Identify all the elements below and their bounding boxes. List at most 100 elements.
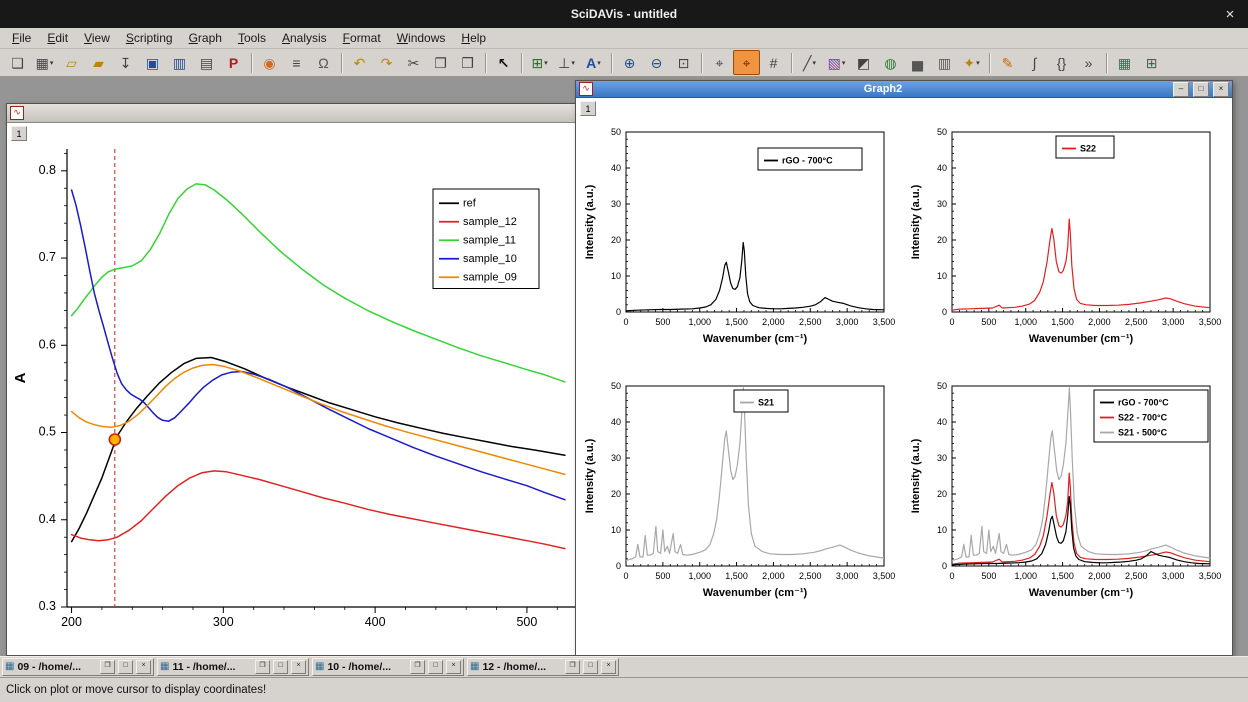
draw-pen-button[interactable]: ✎ (994, 50, 1021, 75)
new-project-button[interactable]: ❑ (4, 50, 31, 75)
graph1-layer-button[interactable]: 1 (11, 126, 27, 141)
tab-maximize-button[interactable]: □ (583, 660, 598, 674)
menu-analysis[interactable]: Analysis (274, 29, 335, 47)
graph2-subplot-4[interactable]: 05001,0001,5002,0002,5003,0003,500010203… (908, 376, 1228, 626)
add-text-button[interactable]: A▾ (580, 50, 607, 75)
tab-restore-button[interactable]: ❐ (410, 660, 425, 674)
select-data-range-button[interactable]: # (760, 50, 787, 75)
cut-icon: ✂ (408, 56, 420, 70)
tab-maximize-button[interactable]: □ (273, 660, 288, 674)
menu-view[interactable]: View (76, 29, 118, 47)
mdi-workspace: ∿ 1 2003004005000.30.40.50.60.70.8Arefsa… (0, 77, 1248, 656)
tab-close-button[interactable]: × (136, 660, 151, 674)
data-reader-button[interactable]: ⌖ (733, 50, 760, 75)
svg-text:300: 300 (213, 615, 234, 629)
svg-text:Intensity (a.u.): Intensity (a.u.) (910, 184, 922, 259)
svg-text:3,500: 3,500 (873, 317, 896, 327)
integrate-button[interactable]: ∫ (1021, 50, 1048, 75)
graph2-subplot-2[interactable]: 05001,0001,5002,0002,5003,0003,500010203… (908, 122, 1228, 372)
menu-tools[interactable]: Tools (230, 29, 274, 47)
toolbar-separator (611, 53, 612, 73)
tab-restore-button[interactable]: ❐ (100, 660, 115, 674)
integrate-icon: ∫ (1033, 56, 1037, 70)
histogram-plot-button[interactable]: ▅ (904, 50, 931, 75)
menu-format[interactable]: Format (335, 29, 389, 47)
add-table-icon: ⊞ (1146, 56, 1158, 70)
graph2-close-button[interactable]: × (1213, 82, 1229, 97)
open-project-button[interactable]: ▱ (58, 50, 85, 75)
graph2-maximize-button[interactable]: □ (1193, 82, 1209, 97)
svg-text:40: 40 (611, 417, 621, 427)
tab-close-button[interactable]: × (446, 660, 461, 674)
tab-close-button[interactable]: × (601, 660, 616, 674)
menu-help[interactable]: Help (453, 29, 494, 47)
open-template-button[interactable]: ▰ (85, 50, 112, 75)
svg-text:20: 20 (937, 489, 947, 499)
minimized-window-tab-3[interactable]: ▦10 - /home/...❐□× (312, 658, 464, 676)
menu-windows[interactable]: Windows (389, 29, 454, 47)
import-ascii-button[interactable]: ↧ (112, 50, 139, 75)
graph2-titlebar[interactable]: ∿ Graph2 – □ × (576, 81, 1232, 98)
graph2-minimize-button[interactable]: – (1173, 82, 1189, 97)
lock-toolbars-button[interactable]: Ω (310, 50, 337, 75)
tab-maximize-button[interactable]: □ (428, 660, 443, 674)
graph2-layer-button[interactable]: 1 (580, 101, 596, 116)
redo-button[interactable]: ↷ (373, 50, 400, 75)
save-project-button[interactable]: ▣ (139, 50, 166, 75)
project-explorer-button[interactable]: ◉ (256, 50, 283, 75)
new-aspect-button[interactable]: ▦▾ (31, 50, 58, 75)
new-table-button[interactable]: ▦ (1111, 50, 1138, 75)
tab-close-button[interactable]: × (291, 660, 306, 674)
zoom-out-button[interactable]: ⊖ (643, 50, 670, 75)
minimized-window-tab-1[interactable]: ▦09 - /home/...❐□× (2, 658, 154, 676)
undo-button[interactable]: ↶ (346, 50, 373, 75)
minimized-window-tab-2[interactable]: ▦11 - /home/...❐□× (157, 658, 309, 676)
web-globe-icon: ◍ (884, 56, 896, 70)
pointer-button[interactable]: ↖ (490, 50, 517, 75)
copy-button[interactable]: ❐ (427, 50, 454, 75)
print-button[interactable]: ▤ (193, 50, 220, 75)
add-table-button[interactable]: ⊞ (1138, 50, 1165, 75)
draw-line-button[interactable]: ╱▾ (796, 50, 823, 75)
column-plot-button[interactable]: ▥ (931, 50, 958, 75)
fit-wizard-button[interactable]: ✦▾ (958, 50, 985, 75)
zoom-in-button[interactable]: ⊕ (616, 50, 643, 75)
export-pdf-button[interactable]: P (220, 50, 247, 75)
cut-button[interactable]: ✂ (400, 50, 427, 75)
paste-button[interactable]: ❒ (454, 50, 481, 75)
pattern-tool-button[interactable]: ◩ (850, 50, 877, 75)
add-function-curve-button[interactable]: ▧▾ (823, 50, 850, 75)
save-template-button[interactable]: ▥ (166, 50, 193, 75)
svg-text:0: 0 (942, 561, 947, 571)
script-console-button[interactable]: » (1075, 50, 1102, 75)
menu-scripting[interactable]: Scripting (118, 29, 181, 47)
add-function-curve-icon: ▧ (828, 56, 841, 70)
rescale-to-show-all-button[interactable]: ⊡ (670, 50, 697, 75)
svg-text:1,500: 1,500 (1051, 571, 1074, 581)
graph1-plot[interactable]: 2003004005000.30.40.50.60.70.8Arefsample… (7, 123, 577, 654)
data-reader-icon: ⌖ (743, 56, 751, 70)
script-editor-icon: {} (1057, 56, 1066, 70)
graph2-subplot-1[interactable]: 05001,0001,5002,0002,5003,0003,500010203… (582, 122, 902, 372)
tab-restore-button[interactable]: ❐ (255, 660, 270, 674)
minimized-window-tab-4[interactable]: ▦12 - /home/...❐□× (467, 658, 619, 676)
graph2-window[interactable]: ∿ Graph2 – □ × 1 05001,0001,5002,0002,50… (575, 80, 1233, 656)
results-log-button[interactable]: ≡ (283, 50, 310, 75)
menubar: FileEditViewScriptingGraphToolsAnalysisF… (0, 28, 1248, 49)
app-close-button[interactable]: × (1220, 0, 1240, 28)
add-error-bars-button[interactable]: ⊥▾ (553, 50, 580, 75)
add-curve-button[interactable]: ⊞▾ (526, 50, 553, 75)
web-globe-button[interactable]: ◍ (877, 50, 904, 75)
script-editor-button[interactable]: {} (1048, 50, 1075, 75)
menu-graph[interactable]: Graph (181, 29, 230, 47)
tab-maximize-button[interactable]: □ (118, 660, 133, 674)
tab-restore-button[interactable]: ❐ (565, 660, 580, 674)
graph2-subplot-3[interactable]: 05001,0001,5002,0002,5003,0003,500010203… (582, 376, 902, 626)
screen-reader-button[interactable]: ⌖ (706, 50, 733, 75)
lock-toolbars-icon: Ω (318, 56, 328, 70)
menu-edit[interactable]: Edit (39, 29, 76, 47)
menu-file[interactable]: File (4, 29, 39, 47)
svg-text:0.5: 0.5 (39, 425, 56, 439)
screen-reader-icon: ⌖ (716, 56, 724, 70)
svg-text:0: 0 (616, 307, 621, 317)
